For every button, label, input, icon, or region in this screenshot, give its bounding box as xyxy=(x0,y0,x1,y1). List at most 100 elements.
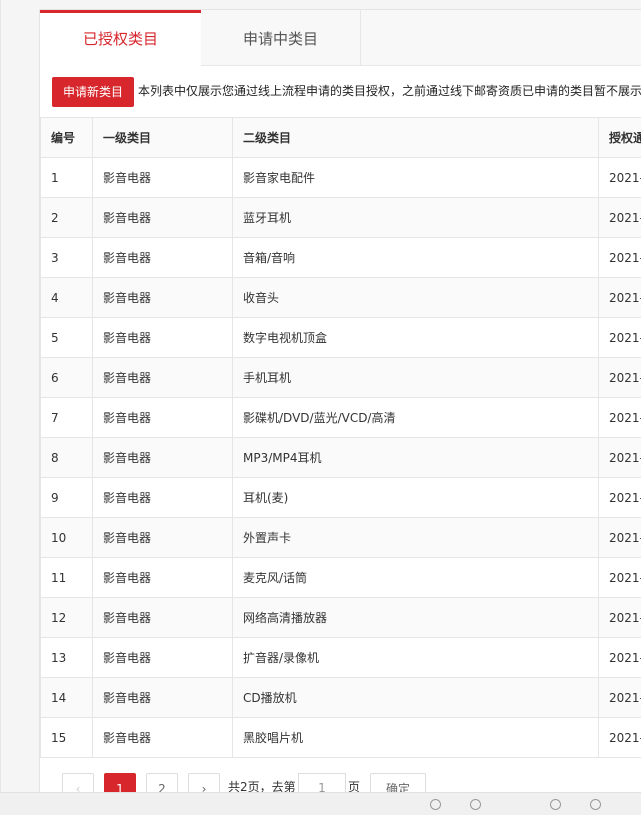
cell-level2-category: 数字电视机顶盒 xyxy=(233,318,599,358)
header-level1-category: 一级类目 xyxy=(93,118,233,158)
cell-number: 8 xyxy=(41,438,93,478)
cell-level2-category: 网络高清播放器 xyxy=(233,598,599,638)
cell-number: 4 xyxy=(41,278,93,318)
header-auth-time: 授权通 xyxy=(599,118,641,158)
status-icon[interactable] xyxy=(470,799,481,810)
cell-number: 9 xyxy=(41,478,93,518)
cell-level2-category: 外置声卡 xyxy=(233,518,599,558)
tab-pending-categories[interactable]: 申请中类目 xyxy=(201,10,361,65)
table-row: 2影音电器蓝牙耳机2021- xyxy=(41,198,641,238)
cell-level2-category: 耳机(麦) xyxy=(233,478,599,518)
tab-authorized-categories[interactable]: 已授权类目 xyxy=(40,10,201,66)
cell-auth-time: 2021- xyxy=(599,198,641,238)
cell-level2-category: CD播放机 xyxy=(233,678,599,718)
cell-number: 2 xyxy=(41,198,93,238)
notice-text: 本列表中仅展示您通过线上流程申请的类目授权，之前通过线下邮寄资质已申请的类目暂不… xyxy=(138,77,641,105)
cell-auth-time: 2021- xyxy=(599,278,641,318)
cell-level1-category: 影音电器 xyxy=(93,638,233,678)
category-panel: 已授权类目 申请中类目 申请新类目 本列表中仅展示您通过线上流程申请的类目授权，… xyxy=(39,9,641,793)
cell-auth-time: 2021- xyxy=(599,718,641,758)
cell-number: 10 xyxy=(41,518,93,558)
cell-number: 14 xyxy=(41,678,93,718)
cell-auth-time: 2021- xyxy=(599,358,641,398)
page-number-input[interactable] xyxy=(298,773,346,793)
cell-level1-category: 影音电器 xyxy=(93,718,233,758)
table-row: 12影音电器网络高清播放器2021- xyxy=(41,598,641,638)
cell-level2-category: 麦克风/话筒 xyxy=(233,558,599,598)
cell-auth-time: 2021- xyxy=(599,158,641,198)
table-row: 11影音电器麦克风/话筒2021- xyxy=(41,558,641,598)
status-icon[interactable] xyxy=(550,799,561,810)
cell-auth-time: 2021- xyxy=(599,558,641,598)
cell-level1-category: 影音电器 xyxy=(93,358,233,398)
table-row: 5影音电器数字电视机顶盒2021- xyxy=(41,318,641,358)
cell-auth-time: 2021- xyxy=(599,398,641,438)
cell-number: 1 xyxy=(41,158,93,198)
cell-number: 11 xyxy=(41,558,93,598)
cell-level2-category: 手机耳机 xyxy=(233,358,599,398)
table-row: 9影音电器耳机(麦)2021- xyxy=(41,478,641,518)
table-row: 6影音电器手机耳机2021- xyxy=(41,358,641,398)
cell-level1-category: 影音电器 xyxy=(93,238,233,278)
table-row: 8影音电器MP3/MP4耳机2021- xyxy=(41,438,641,478)
pagination: ‹ 1 2 › 共2页，去第 页 确定 xyxy=(62,773,641,793)
table-row: 13影音电器扩音器/录像机2021- xyxy=(41,638,641,678)
cell-auth-time: 2021- xyxy=(599,478,641,518)
next-page-button[interactable]: › xyxy=(188,773,220,793)
cell-auth-time: 2021- xyxy=(599,598,641,638)
total-pages-text: 共2页，去第 xyxy=(228,773,296,793)
table-row: 1影音电器影音家电配件2021- xyxy=(41,158,641,198)
cell-level2-category: 蓝牙耳机 xyxy=(233,198,599,238)
cell-level1-category: 影音电器 xyxy=(93,518,233,558)
cell-level2-category: 音箱/音响 xyxy=(233,238,599,278)
bottom-status-bar xyxy=(0,792,641,815)
cell-level2-category: 扩音器/录像机 xyxy=(233,638,599,678)
table-row: 4影音电器收音头2021- xyxy=(41,278,641,318)
confirm-page-button[interactable]: 确定 xyxy=(370,773,426,793)
cell-auth-time: 2021- xyxy=(599,678,641,718)
table-row: 10影音电器外置声卡2021- xyxy=(41,518,641,558)
cell-auth-time: 2021- xyxy=(599,238,641,278)
cell-number: 6 xyxy=(41,358,93,398)
cell-level1-category: 影音电器 xyxy=(93,678,233,718)
cell-level1-category: 影音电器 xyxy=(93,598,233,638)
cell-level1-category: 影音电器 xyxy=(93,198,233,238)
cell-level1-category: 影音电器 xyxy=(93,478,233,518)
cell-number: 12 xyxy=(41,598,93,638)
cell-level2-category: 影音家电配件 xyxy=(233,158,599,198)
header-level2-category: 二级类目 xyxy=(233,118,599,158)
status-icon[interactable] xyxy=(430,799,441,810)
page-suffix-text: 页 xyxy=(348,773,360,793)
prev-page-button[interactable]: ‹ xyxy=(62,773,94,793)
cell-level2-category: 黑胶唱片机 xyxy=(233,718,599,758)
cell-auth-time: 2021- xyxy=(599,438,641,478)
page-button-2[interactable]: 2 xyxy=(146,773,178,793)
cell-level2-category: 影碟机/DVD/蓝光/VCD/高清 xyxy=(233,398,599,438)
cell-level1-category: 影音电器 xyxy=(93,278,233,318)
left-divider xyxy=(0,0,1,814)
category-table: 编号 一级类目 二级类目 授权通 1影音电器影音家电配件2021-2影音电器蓝牙… xyxy=(40,117,641,758)
page-button-1[interactable]: 1 xyxy=(104,773,136,793)
cell-number: 15 xyxy=(41,718,93,758)
status-icon[interactable] xyxy=(590,799,601,810)
cell-level2-category: MP3/MP4耳机 xyxy=(233,438,599,478)
cell-level1-category: 影音电器 xyxy=(93,398,233,438)
toolbar: 申请新类目 本列表中仅展示您通过线上流程申请的类目授权，之前通过线下邮寄资质已申… xyxy=(52,77,641,107)
apply-category-button[interactable]: 申请新类目 xyxy=(52,77,134,107)
tab-bar: 已授权类目 申请中类目 xyxy=(40,10,641,66)
cell-level1-category: 影音电器 xyxy=(93,318,233,358)
cell-level2-category: 收音头 xyxy=(233,278,599,318)
table-row: 15影音电器黑胶唱片机2021- xyxy=(41,718,641,758)
cell-level1-category: 影音电器 xyxy=(93,558,233,598)
cell-number: 3 xyxy=(41,238,93,278)
cell-level1-category: 影音电器 xyxy=(93,158,233,198)
cell-auth-time: 2021- xyxy=(599,318,641,358)
header-number: 编号 xyxy=(41,118,93,158)
cell-number: 13 xyxy=(41,638,93,678)
table-row: 3影音电器音箱/音响2021- xyxy=(41,238,641,278)
table-row: 14影音电器CD播放机2021- xyxy=(41,678,641,718)
table-header-row: 编号 一级类目 二级类目 授权通 xyxy=(41,118,641,158)
cell-number: 7 xyxy=(41,398,93,438)
cell-auth-time: 2021- xyxy=(599,638,641,678)
cell-auth-time: 2021- xyxy=(599,518,641,558)
